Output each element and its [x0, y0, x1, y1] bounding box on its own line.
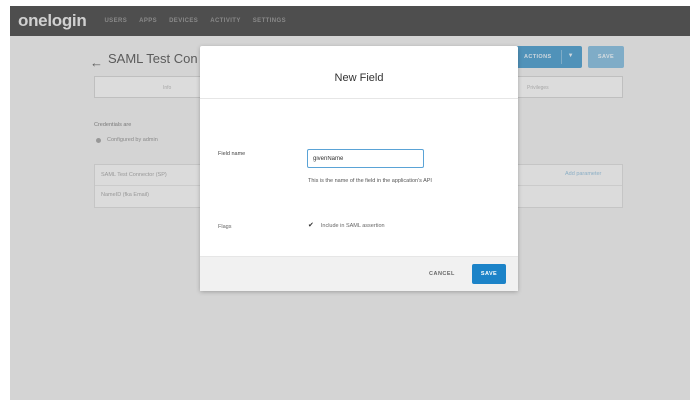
- save-button[interactable]: SAVE: [472, 264, 506, 284]
- new-field-dialog: New Field Field name This is the name of…: [200, 46, 518, 291]
- field-name-help-text: This is the name of the field in the app…: [308, 178, 432, 184]
- app-frame: onelogin USERS APPS DEVICES ACTIVITY SET…: [10, 6, 690, 400]
- field-name-label: Field name: [218, 151, 246, 157]
- dialog-title: New Field: [334, 72, 384, 84]
- include-saml-checkbox[interactable]: ✔ Include in SAML assertion: [308, 222, 385, 230]
- dialog-footer: CANCEL SAVE: [200, 256, 518, 291]
- include-saml-label: Include in SAML assertion: [320, 223, 385, 229]
- field-name-input[interactable]: [307, 149, 424, 168]
- flags-label: Flags: [218, 224, 232, 230]
- cancel-button[interactable]: CANCEL: [429, 271, 455, 277]
- checkmark-icon: ✔: [308, 222, 314, 229]
- dialog-divider: [200, 98, 518, 99]
